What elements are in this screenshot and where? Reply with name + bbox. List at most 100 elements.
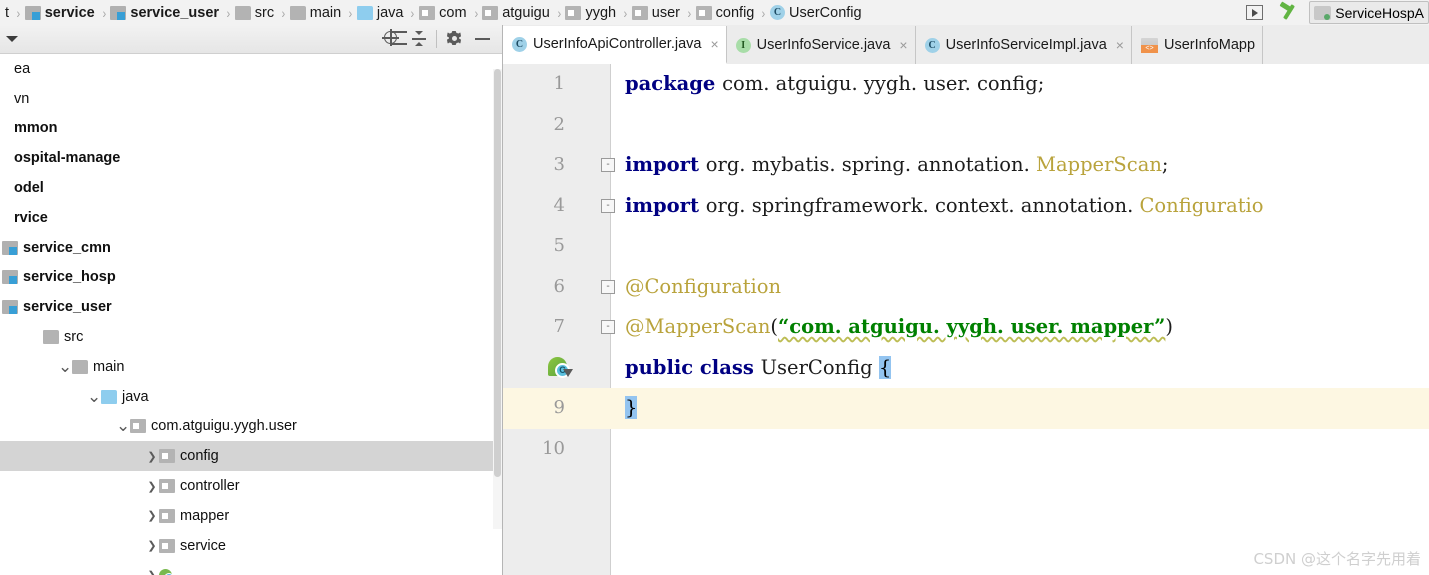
package-icon bbox=[159, 538, 175, 553]
breadcrumb-separator: › bbox=[687, 4, 692, 21]
breadcrumb-separator: › bbox=[102, 4, 106, 21]
code-line[interactable]: 8Cpublic class UserConfig { bbox=[503, 348, 1429, 389]
chevron-right-icon[interactable]: ❯ bbox=[145, 509, 159, 522]
package-icon bbox=[159, 479, 175, 494]
breadcrumb-item-config[interactable]: config bbox=[695, 0, 759, 25]
breadcrumb-item-userconfig[interactable]: C UserConfig bbox=[769, 0, 866, 25]
breadcrumb-label: service bbox=[44, 4, 95, 21]
editor-tab[interactable]: I UserInfoService.java × bbox=[726, 26, 916, 64]
tree-row[interactable]: service_cmn bbox=[0, 233, 502, 263]
source-folder-icon bbox=[356, 5, 373, 20]
code-line[interactable]: 5 bbox=[503, 226, 1429, 267]
breadcrumb-label: main bbox=[309, 4, 342, 21]
tree-row-label: src bbox=[64, 329, 84, 346]
collapse-all-icon[interactable] bbox=[405, 26, 433, 52]
breadcrumb-item-yygh[interactable]: yygh bbox=[564, 0, 620, 25]
module-icon bbox=[2, 300, 18, 315]
tree-row[interactable]: ⌄ java bbox=[0, 382, 502, 412]
breadcrumb-separator: › bbox=[16, 4, 21, 21]
breadcrumb-item-com[interactable]: com bbox=[418, 0, 470, 25]
breadcrumb-item-service[interactable]: service bbox=[24, 0, 99, 25]
tree-row-label: config bbox=[180, 448, 219, 465]
breadcrumb-item-service-user[interactable]: service_user bbox=[109, 0, 223, 25]
code-line[interactable]: 7 - @MapperScan(“com. atguigu. yygh. user.… bbox=[503, 307, 1429, 348]
package-icon bbox=[695, 5, 712, 20]
tree-row-label: main bbox=[93, 358, 125, 375]
tree-row[interactable]: service_user bbox=[0, 292, 502, 322]
run-configuration-selector[interactable]: ServiceHospA bbox=[1309, 1, 1429, 24]
editor-tab[interactable]: C UserInfoServiceImpl.java × bbox=[915, 26, 1132, 64]
tree-row[interactable]: ❯ controller bbox=[0, 471, 502, 501]
chevron-right-icon[interactable]: ❯ bbox=[145, 480, 159, 493]
project-tree-scrollbar[interactable] bbox=[493, 69, 502, 529]
toolbar-divider bbox=[436, 30, 437, 48]
code-line[interactable]: 4 - import org. springframework. context. … bbox=[503, 186, 1429, 227]
locate-file-icon[interactable] bbox=[377, 26, 405, 52]
line-number: 4 bbox=[553, 194, 565, 216]
code-token: ( bbox=[770, 315, 778, 338]
chevron-down-icon[interactable]: ⌄ bbox=[58, 358, 72, 375]
close-icon[interactable]: × bbox=[899, 38, 907, 52]
run-icon[interactable] bbox=[1246, 5, 1264, 20]
tree-row[interactable]: vn bbox=[0, 84, 502, 114]
tree-row[interactable]: odel bbox=[0, 173, 502, 203]
tree-row[interactable]: ea bbox=[0, 54, 502, 84]
view-options-dropdown-icon[interactable] bbox=[6, 36, 18, 42]
scrollbar-thumb[interactable] bbox=[494, 69, 501, 477]
package-icon bbox=[419, 5, 436, 20]
editor-code-area[interactable]: 1 package com. atguigu. yygh. user. confi… bbox=[503, 64, 1429, 575]
chevron-right-icon[interactable]: ❯ bbox=[145, 569, 159, 575]
tree-row[interactable]: ospital-manage bbox=[0, 143, 502, 173]
project-tool-window: ea vn mmon ospital-manage odel rvice service_c… bbox=[0, 25, 503, 575]
editor-tab[interactable]: UserInfoMapp bbox=[1131, 26, 1264, 64]
breadcrumb-item-java[interactable]: java bbox=[356, 0, 408, 25]
code-line[interactable]: 10 bbox=[503, 429, 1429, 470]
code-fold-toggle[interactable]: - bbox=[601, 198, 615, 213]
folder-icon bbox=[234, 5, 251, 20]
breadcrumb-separator: › bbox=[474, 4, 478, 21]
tree-row[interactable]: src bbox=[0, 322, 502, 352]
chevron-right-icon[interactable]: ❯ bbox=[145, 539, 159, 552]
build-hammer-icon[interactable] bbox=[1278, 3, 1300, 23]
code-line[interactable]: 1 package com. atguigu. yygh. user. confi… bbox=[503, 64, 1429, 105]
breadcrumb-item-src[interactable]: src bbox=[234, 0, 278, 25]
close-icon[interactable]: × bbox=[710, 37, 718, 51]
editor-tab[interactable]: C UserInfoApiController.java × bbox=[503, 26, 727, 64]
tree-row[interactable]: ❯ mapper bbox=[0, 501, 502, 531]
breadcrumb-item-t[interactable]: t bbox=[0, 0, 13, 25]
tree-row-label: odel bbox=[14, 180, 44, 197]
tree-row[interactable]: ❯ bbox=[0, 561, 502, 575]
breadcrumb-label: t bbox=[5, 4, 10, 21]
code-line[interactable]: 3 - import org. mybatis. spring. annotatio… bbox=[503, 145, 1429, 186]
minimize-icon[interactable] bbox=[468, 26, 496, 52]
module-icon bbox=[24, 5, 41, 20]
tree-row[interactable]: ⌄ com.atguigu.yygh.user bbox=[0, 412, 502, 442]
tree-row[interactable]: mmon bbox=[0, 114, 502, 144]
code-line[interactable]: 2 bbox=[503, 105, 1429, 146]
tree-row[interactable]: ⌄ main bbox=[0, 352, 502, 382]
chevron-right-icon[interactable]: ❯ bbox=[145, 450, 159, 463]
breadcrumb-label: user bbox=[651, 4, 680, 21]
chevron-down-icon[interactable]: ⌄ bbox=[116, 417, 130, 434]
spring-bean-icon[interactable]: C bbox=[547, 356, 573, 380]
close-icon[interactable]: × bbox=[1116, 38, 1124, 52]
breadcrumb-item-atguigu[interactable]: atguigu bbox=[481, 0, 554, 25]
tree-row[interactable]: ❯ config bbox=[0, 441, 502, 472]
code-fold-toggle[interactable]: - bbox=[601, 158, 615, 172]
tree-row[interactable]: rvice bbox=[0, 203, 502, 233]
tree-row[interactable]: service_hosp bbox=[0, 263, 502, 293]
breadcrumb-item-main[interactable]: main bbox=[289, 0, 345, 25]
code-token: org. springframework. context. annotatio… bbox=[705, 193, 1140, 217]
project-tree[interactable]: ea vn mmon ospital-manage odel rvice service_c… bbox=[0, 54, 502, 575]
tree-row[interactable]: ❯ service bbox=[0, 531, 502, 561]
code-fold-toggle[interactable]: - bbox=[601, 320, 615, 334]
code-line[interactable]: 9} bbox=[503, 388, 1429, 429]
breadcrumb-item-user[interactable]: user bbox=[631, 0, 684, 25]
chevron-down-icon[interactable]: ⌄ bbox=[87, 388, 101, 405]
code-editor[interactable]: 1 package com. atguigu. yygh. user. confi… bbox=[503, 64, 1429, 575]
code-line[interactable]: 6 - @Configuration bbox=[503, 267, 1429, 308]
watermark: CSDN @这个名字先用着 bbox=[1253, 550, 1421, 568]
gear-icon[interactable] bbox=[440, 26, 468, 52]
code-fold-toggle[interactable]: - bbox=[601, 279, 615, 294]
code-line-text: public class UserConfig { bbox=[625, 348, 892, 389]
